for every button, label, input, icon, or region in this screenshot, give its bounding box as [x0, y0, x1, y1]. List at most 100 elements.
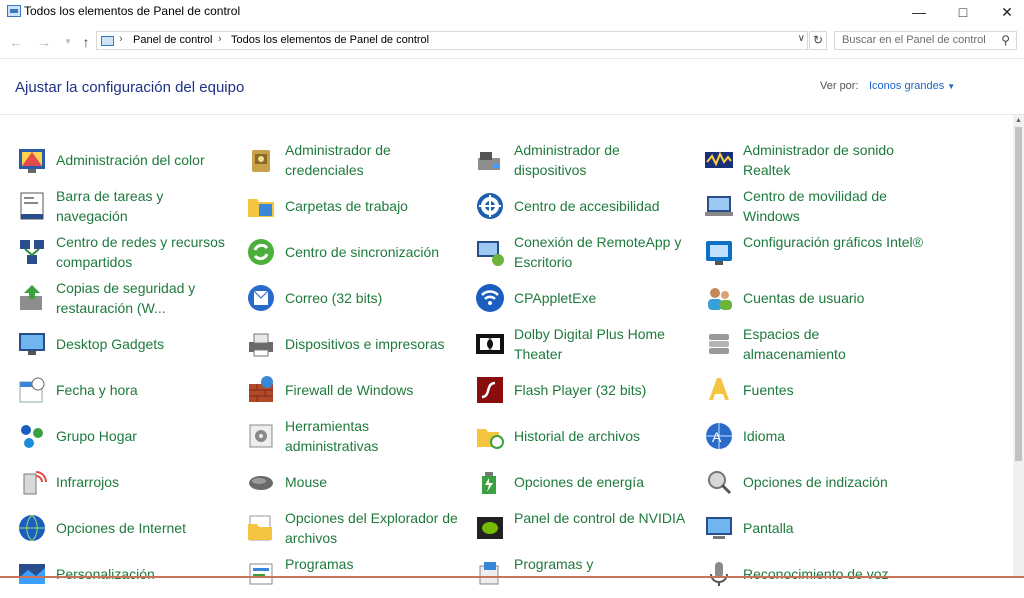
- speech-recognition-icon: [703, 558, 735, 590]
- remoteapp-icon: [474, 236, 506, 268]
- control-panel-item[interactable]: Fuentes: [703, 370, 925, 414]
- control-panel-item[interactable]: Opciones de energía: [474, 462, 696, 506]
- control-panel-item[interactable]: Configuración gráficos Intel®: [703, 232, 925, 276]
- item-label: Programas: [285, 556, 354, 572]
- chevron-down-icon: ▼: [947, 82, 956, 91]
- control-panel-item[interactable]: Espacios de almacenamiento: [703, 324, 925, 368]
- network-center-icon: [16, 236, 48, 268]
- control-panel-item[interactable]: Administrador de sonido Realtek: [703, 140, 925, 184]
- item-label: Carpetas de trabajo: [285, 198, 408, 214]
- view-by-value: Iconos grandes: [869, 80, 945, 92]
- item-label: Conexión de RemoteApp y Escritorio: [514, 234, 682, 270]
- mobility-center-icon: [703, 190, 735, 222]
- item-label: Grupo Hogar: [56, 428, 137, 444]
- item-label: Copias de seguridad y restauración (W...: [56, 280, 196, 316]
- control-panel-icon: [7, 5, 21, 17]
- control-panel-item[interactable]: Opciones del Explorador de archivos: [245, 508, 467, 552]
- refresh-icon[interactable]: ↻: [809, 31, 827, 50]
- item-label: Configuración gráficos Intel®: [743, 234, 923, 250]
- recent-locations-icon[interactable]: ▼: [58, 32, 78, 52]
- control-panel-item[interactable]: Copias de seguridad y restauración (W...: [16, 278, 238, 322]
- control-panel-item[interactable]: Centro de redes y recursos compartidos: [16, 232, 238, 276]
- item-label: Personalización: [56, 566, 155, 582]
- item-label: CPAppletExe: [514, 290, 597, 306]
- control-panel-item[interactable]: Flash Player (32 bits): [474, 370, 696, 414]
- control-panel-item[interactable]: A Idioma: [703, 416, 925, 460]
- title-bar: Todos los elementos de Panel de control …: [0, 0, 1024, 26]
- control-panel-item[interactable]: Grupo Hogar: [16, 416, 238, 460]
- item-label: Dolby Digital Plus Home Theater: [514, 326, 665, 362]
- item-label: Dispositivos e impresoras: [285, 336, 445, 352]
- view-by-label: Ver por:: [820, 80, 859, 92]
- control-panel-item[interactable]: Historial de archivos: [474, 416, 696, 460]
- programs-features-icon: [474, 558, 506, 590]
- control-panel-item[interactable]: Centro de movilidad de Windows: [703, 186, 925, 230]
- control-panel-item[interactable]: Opciones de indización: [703, 462, 925, 506]
- control-panel-item[interactable]: Administrador de dispositivos: [474, 140, 696, 184]
- fonts-icon: [703, 374, 735, 406]
- breadcrumb-control-panel[interactable]: Panel de control: [133, 34, 213, 46]
- control-panel-item[interactable]: Fecha y hora: [16, 370, 238, 414]
- page-title: Ajustar la configuración del equipo: [15, 79, 245, 96]
- control-panel-item[interactable]: Cuentas de usuario: [703, 278, 925, 322]
- control-panel-item[interactable]: Infrarrojos: [16, 462, 238, 506]
- item-label: Pantalla: [743, 520, 794, 536]
- scroll-up-icon[interactable]: ▲: [1013, 115, 1024, 126]
- divider: [0, 58, 1024, 59]
- item-label: Centro de accesibilidad: [514, 198, 660, 214]
- control-panel-item[interactable]: Panel de control de NVIDIA: [474, 508, 696, 552]
- item-label: Centro de movilidad de Windows: [743, 188, 887, 224]
- item-label: Historial de archivos: [514, 428, 641, 444]
- device-manager-icon: [474, 144, 506, 176]
- backup-restore-icon: [16, 282, 48, 314]
- control-panel-item[interactable]: Desktop Gadgets: [16, 324, 238, 368]
- close-button[interactable]: ✕: [984, 0, 1024, 24]
- vertical-scrollbar[interactable]: ▲: [1013, 115, 1024, 578]
- control-panel-item[interactable]: Administrador de credenciales: [245, 140, 467, 184]
- mail-icon: [245, 282, 277, 314]
- control-panel-item[interactable]: Pantalla: [703, 508, 925, 552]
- item-label: Opciones del Explorador de archivos: [285, 510, 458, 546]
- control-panel-item[interactable]: Dispositivos e impresoras: [245, 324, 467, 368]
- forward-arrow-icon[interactable]: →: [34, 32, 54, 52]
- control-panel-item[interactable]: CPAppletExe: [474, 278, 696, 322]
- breadcrumb-all-items[interactable]: Todos los elementos de Panel de control: [231, 34, 429, 46]
- address-bar[interactable]: › Panel de control › Todos los elementos…: [96, 31, 808, 50]
- control-panel-item[interactable]: Correo (32 bits): [245, 278, 467, 322]
- maximize-button[interactable]: □: [940, 0, 986, 24]
- scrollbar-thumb[interactable]: [1015, 127, 1022, 461]
- item-label: Desktop Gadgets: [56, 336, 165, 352]
- control-panel-item[interactable]: Conexión de RemoteApp y Escritorio: [474, 232, 696, 276]
- up-arrow-icon[interactable]: ↑: [76, 32, 96, 52]
- control-panel-item[interactable]: Herramientas administrativas: [245, 416, 467, 460]
- credential-manager-icon: [245, 144, 277, 176]
- chevron-right-icon: ›: [119, 33, 123, 45]
- control-panel-item[interactable]: Mouse: [245, 462, 467, 506]
- control-panel-item[interactable]: Dolby Digital Plus Home Theater: [474, 324, 696, 368]
- intel-graphics-icon: [703, 236, 735, 268]
- search-placeholder: Buscar en el Panel de control: [842, 34, 986, 46]
- language-icon: A: [703, 420, 735, 452]
- window-title: Todos los elementos de Panel de control: [24, 4, 241, 18]
- item-label: Administración del color: [56, 152, 205, 168]
- control-panel-item[interactable]: Barra de tareas y navegación: [16, 186, 238, 230]
- search-input[interactable]: Buscar en el Panel de control ⚲: [834, 31, 1017, 50]
- control-panel-item[interactable]: Administración del color: [16, 140, 238, 184]
- explorer-options-icon: [245, 512, 277, 544]
- indexing-options-icon: [703, 466, 735, 498]
- divider: [0, 114, 1024, 115]
- control-panel-item[interactable]: Firewall de Windows: [245, 370, 467, 414]
- control-panel-item[interactable]: Centro de accesibilidad: [474, 186, 696, 230]
- item-label: Administrador de credenciales: [285, 142, 391, 178]
- search-icon[interactable]: ⚲: [1001, 33, 1010, 47]
- control-panel-item[interactable]: Opciones de Internet: [16, 508, 238, 552]
- nvidia-icon: [474, 512, 506, 544]
- view-by-dropdown[interactable]: Iconos grandes ▼: [869, 80, 955, 92]
- chevron-down-icon[interactable]: ∨: [798, 33, 805, 44]
- control-panel-item[interactable]: Carpetas de trabajo: [245, 186, 467, 230]
- minimize-button[interactable]: —: [896, 0, 942, 24]
- back-arrow-icon[interactable]: ←: [6, 32, 26, 52]
- programs-icon: [245, 558, 277, 590]
- control-panel-item[interactable]: Centro de sincronización: [245, 232, 467, 276]
- item-label: Espacios de almacenamiento: [743, 326, 846, 362]
